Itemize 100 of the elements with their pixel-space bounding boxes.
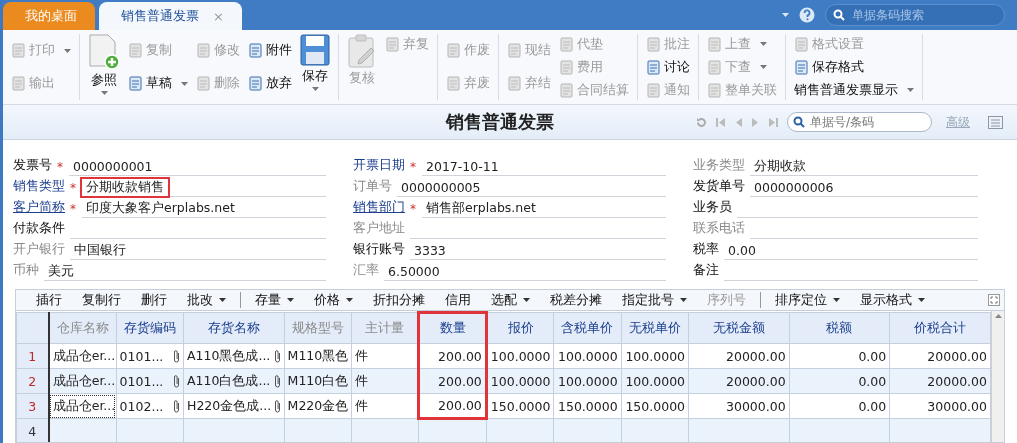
document-icon (128, 76, 143, 91)
field-label: 开户银行 (13, 241, 65, 258)
column-header[interactable]: 含税单价 (553, 312, 622, 344)
field-label: 联系电话 (693, 220, 745, 237)
paperclip-icon[interactable] (273, 349, 281, 363)
grid-toolbar-button[interactable]: 选配 (481, 291, 540, 309)
caret-icon (782, 13, 789, 17)
document-icon (707, 82, 722, 98)
table-cell: 100.0000 (553, 368, 622, 394)
column-header[interactable]: 报价 (486, 312, 554, 344)
toolbar-button[interactable]: 附件 (248, 40, 292, 61)
table-cell: M220金色 (284, 393, 352, 419)
previous-icon[interactable] (734, 116, 743, 128)
toolbar-button[interactable]: 保存格式 (794, 57, 914, 77)
field-label: 发票号 (13, 157, 52, 174)
grid-toolbar-button[interactable]: 指定批号 (612, 291, 697, 309)
field-label: 客户地址 (353, 220, 405, 237)
help-icon[interactable] (799, 7, 815, 23)
form-field[interactable]: 0000000001 (69, 157, 326, 176)
form-field[interactable]: 3333 (410, 241, 666, 260)
grid-toolbar-button[interactable]: 显示格式 (850, 291, 935, 309)
form-field[interactable]: 0.00 (724, 241, 978, 260)
column-header[interactable]: 存货名称 (183, 312, 285, 344)
grid-toolbar-button[interactable]: 存量 (245, 291, 304, 309)
scrollbar[interactable] (991, 311, 1004, 442)
search-field[interactable]: 单据号/条码 (787, 112, 932, 132)
paperclip-icon[interactable] (273, 399, 281, 413)
toolbar-button[interactable]: 参照 (88, 34, 120, 100)
grid-toolbar-button[interactable]: 批改 (177, 291, 236, 309)
column-header[interactable]: 税额 (789, 312, 890, 344)
column-header[interactable]: 存货编码 (116, 312, 184, 344)
form-field[interactable]: 0000000005 (397, 178, 666, 197)
paperclip-icon[interactable] (173, 349, 180, 363)
next-icon[interactable] (751, 116, 760, 128)
caret-icon (680, 298, 687, 302)
form-field[interactable]: 中国银行 (70, 241, 326, 260)
table-cell: 20000.00 (688, 343, 790, 369)
scroll-up-icon[interactable] (995, 314, 1002, 318)
paperclip-icon[interactable] (173, 399, 180, 413)
toolbar-button[interactable]: 草稿 (128, 73, 188, 94)
document-icon (646, 82, 661, 98)
table-cell: 0101... (116, 368, 184, 394)
form-field[interactable]: 2017-10-11 (422, 157, 666, 176)
document-icon (646, 36, 661, 52)
form-field[interactable]: 分期收款 (750, 157, 978, 176)
caret-icon (64, 48, 71, 53)
grid-toolbar-button[interactable]: 信用 (435, 291, 481, 309)
field-label[interactable]: 客户简称 (13, 199, 65, 218)
table-cell: 30000.00 (889, 393, 991, 419)
document-icon (794, 36, 809, 52)
list-icon[interactable] (988, 115, 1003, 129)
caret-icon (760, 42, 767, 46)
table-cell: 150.0000 (553, 393, 622, 419)
table-cell: 20000.00 (889, 368, 991, 394)
last-page-icon[interactable] (768, 116, 779, 128)
paperclip-icon[interactable] (173, 374, 180, 388)
paperclip-icon[interactable] (273, 374, 281, 388)
caret-icon (219, 298, 226, 302)
toolbar-button[interactable]: 保存 (300, 34, 330, 100)
refresh-icon[interactable] (696, 116, 707, 128)
grid-toolbar-button[interactable]: 排序定位 (765, 291, 850, 309)
tab[interactable]: 销售普通发票 × (99, 2, 242, 30)
grid-toolbar-button[interactable]: 复制行 (72, 291, 131, 309)
table-cell: 30000.00 (688, 393, 790, 419)
table-cell: 0.00 (789, 343, 890, 369)
table-cell: 100.0000 (553, 343, 622, 369)
first-page-icon[interactable] (715, 116, 726, 128)
document-icon (707, 36, 722, 52)
form-field[interactable]: 美元 (44, 262, 326, 281)
grid-toolbar-button[interactable]: 价格 (304, 291, 363, 309)
row-number: 4 (16, 418, 49, 442)
caret-icon (311, 87, 319, 91)
field-label: 开票日期 (353, 157, 405, 174)
search-field[interactable]: 单据条码搜索 (825, 4, 1005, 26)
document-icon (128, 43, 143, 58)
form-field[interactable]: 销售部erplabs.net (422, 199, 666, 218)
grid-toolbar-button[interactable]: 税差分摊 (540, 291, 612, 309)
grid-toolbar-button[interactable]: 删行 (131, 291, 177, 309)
grid-toolbar-button[interactable]: 折扣分摊 (363, 291, 435, 309)
expand-icon[interactable] (988, 294, 1000, 306)
clipboard-icon (347, 34, 377, 68)
form-field[interactable]: 0000000006 (750, 178, 978, 197)
toolbar-button[interactable]: 销售普通发票显示 (794, 80, 914, 100)
form-field[interactable]: 印度大象客户erplabs.net (82, 199, 326, 218)
caret-icon (907, 88, 914, 92)
caret-icon (346, 298, 353, 302)
document-icon (446, 76, 461, 91)
column-header[interactable]: 无税金额 (688, 312, 790, 344)
required-mark: * (70, 202, 76, 218)
form-field[interactable]: 分期收款销售 (82, 178, 326, 197)
column-header[interactable]: 价税合计 (889, 312, 991, 344)
column-header[interactable]: 无税单价 (621, 312, 689, 344)
table-cell: 成品仓er... (48, 393, 117, 419)
form-field[interactable]: 6.50000 (384, 262, 666, 281)
toolbar-button[interactable]: 讨论 (646, 57, 690, 77)
toolbar-button[interactable]: 放弃 (248, 73, 292, 94)
field-label[interactable]: 销售部门 (353, 199, 405, 218)
grid-toolbar-button[interactable]: 插行 (26, 291, 72, 309)
save-icon (300, 34, 330, 66)
column-header[interactable]: 数量 (418, 312, 487, 344)
